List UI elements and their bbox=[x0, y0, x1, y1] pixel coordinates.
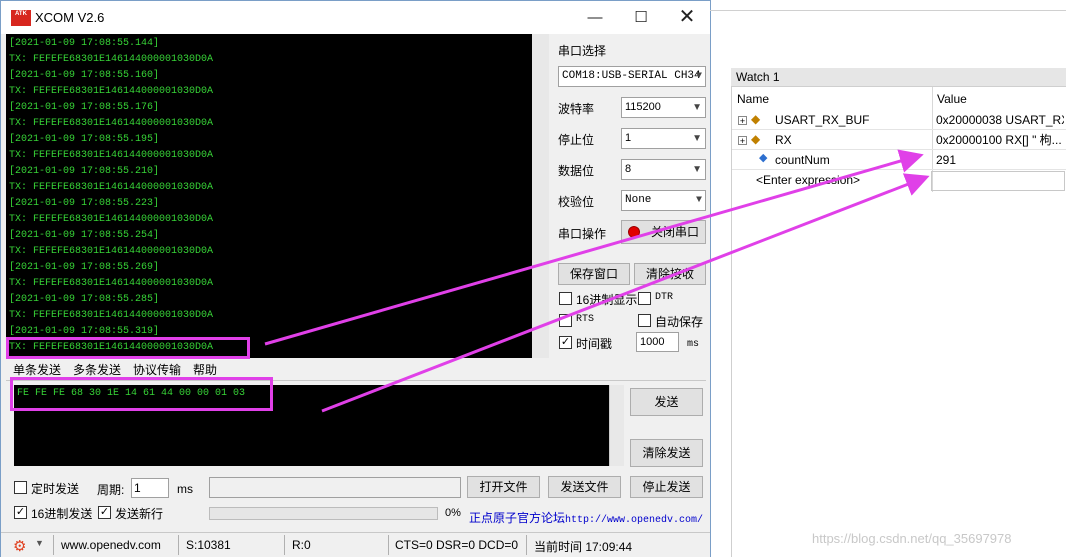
arrow-received-to-countnum bbox=[264, 149, 924, 346]
annotation-arrows bbox=[264, 149, 930, 413]
arrow-send-to-watch bbox=[321, 173, 930, 413]
watermark: https://blog.csdn.net/qq_35697978 bbox=[812, 531, 1012, 546]
